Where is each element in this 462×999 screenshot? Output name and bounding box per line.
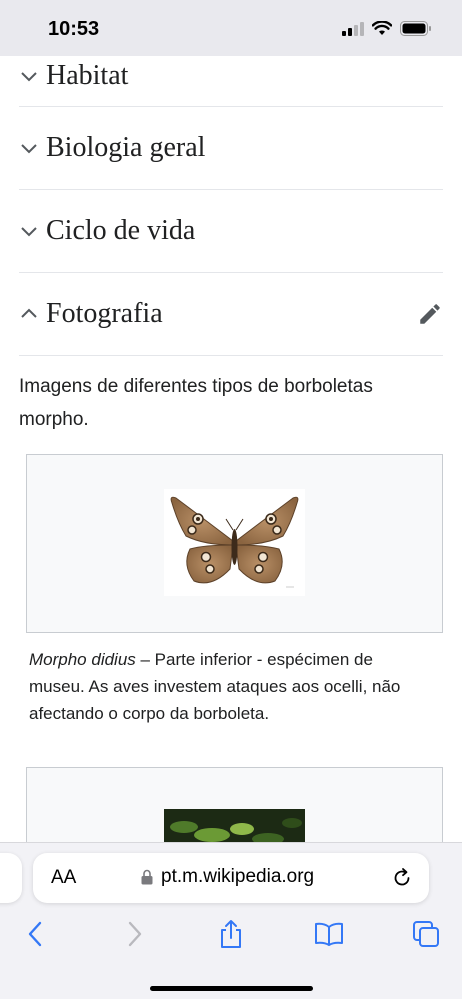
- url-text: pt.m.wikipedia.org: [161, 866, 315, 887]
- share-icon: [221, 920, 241, 948]
- browser-toolbar: [0, 919, 462, 949]
- section-title: Ciclo de vida: [46, 215, 196, 246]
- chevron-down-icon: [21, 72, 37, 82]
- foliage-drawing: [170, 818, 302, 842]
- bookmarks-button[interactable]: [314, 919, 344, 949]
- cellular-signal-icon: [342, 21, 364, 36]
- section-habitat[interactable]: Habitat: [19, 56, 443, 107]
- home-indicator: [150, 986, 313, 991]
- reload-icon[interactable]: [391, 867, 413, 889]
- browser-chrome: AA pt.m.wikipedia.org: [0, 842, 462, 999]
- tabs-icon: [413, 921, 439, 947]
- tabs-button[interactable]: [411, 919, 441, 949]
- chevron-down-icon: [21, 227, 37, 237]
- status-bar: 10:53: [0, 0, 462, 56]
- status-icons: [342, 21, 432, 36]
- previous-tab-preview[interactable]: [0, 853, 22, 903]
- section-fotografia[interactable]: Fotografia: [19, 273, 443, 356]
- figure-frame-2: [26, 767, 443, 842]
- butterfly-drawing: [170, 496, 299, 588]
- section-biologia-geral[interactable]: Biologia geral: [19, 107, 443, 190]
- pencil-icon[interactable]: [417, 301, 443, 327]
- section-title: Biologia geral: [46, 132, 206, 163]
- address-bar[interactable]: AA pt.m.wikipedia.org: [33, 853, 429, 903]
- section-ciclo-de-vida[interactable]: Ciclo de vida: [19, 190, 443, 273]
- back-button[interactable]: [20, 919, 50, 949]
- back-arrow-icon: [28, 921, 42, 947]
- figure-caption: Morpho didius – Parte inferior - espécim…: [29, 646, 429, 727]
- url-container[interactable]: pt.m.wikipedia.org: [141, 866, 314, 888]
- section-title: Fotografia: [46, 298, 163, 329]
- lock-icon: [141, 869, 153, 885]
- butterfly-image[interactable]: [164, 489, 305, 596]
- battery-icon: [400, 21, 431, 36]
- forward-button[interactable]: [120, 919, 150, 949]
- share-button[interactable]: [216, 919, 246, 949]
- section-title: Habitat: [46, 60, 129, 91]
- chevron-up-icon: [21, 308, 37, 318]
- section-intro-text: Imagens de diferentes tipos de borboleta…: [19, 376, 373, 430]
- caption-species: Morpho didius: [29, 650, 136, 669]
- forward-arrow-icon: [128, 921, 142, 947]
- wifi-icon: [372, 21, 392, 35]
- text-size-button[interactable]: AA: [51, 867, 76, 889]
- figure-frame: [26, 454, 443, 633]
- status-time: 10:53: [48, 18, 100, 40]
- article-content: Habitat Biologia geral Ciclo de vida Fot…: [0, 56, 462, 842]
- bookmarks-icon: [315, 922, 343, 946]
- chevron-down-icon: [21, 144, 37, 154]
- butterfly-photo[interactable]: [164, 809, 305, 842]
